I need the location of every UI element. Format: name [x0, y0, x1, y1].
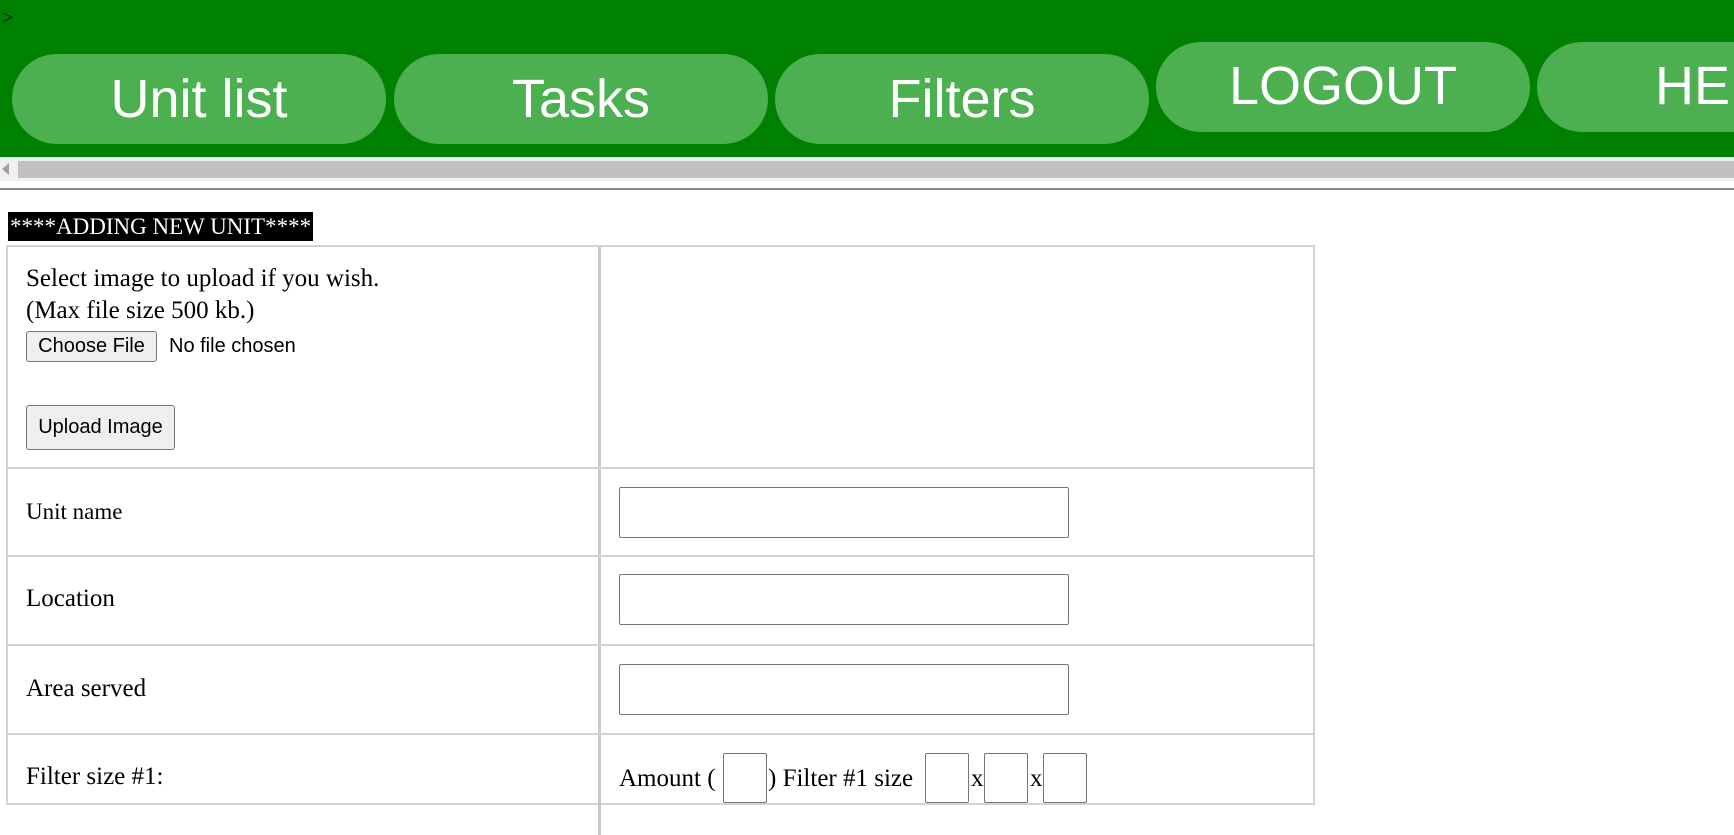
choose-file-button[interactable]: Choose File — [26, 331, 157, 362]
location-row: Location — [8, 557, 1313, 646]
unit-name-row: Unit name — [8, 469, 1313, 557]
area-served-label-cell: Area served — [8, 646, 601, 733]
unit-name-label: Unit name — [26, 499, 123, 524]
nav-unit-list-button[interactable]: Unit list — [12, 54, 386, 144]
horizontal-divider — [0, 188, 1734, 190]
upload-image-button[interactable]: Upload Image — [26, 405, 175, 450]
location-input[interactable] — [619, 574, 1069, 625]
nav-logout-button[interactable]: LOGOUT — [1156, 42, 1530, 132]
upload-instructions: Select image to upload if you wish. — [26, 265, 380, 292]
area-served-label: Area served — [26, 675, 147, 702]
location-label-cell: Location — [8, 557, 601, 644]
area-served-input[interactable] — [619, 664, 1069, 715]
upload-cell: Select image to upload if you wish. (Max… — [8, 247, 601, 467]
nav-help-button[interactable]: HELP — [1537, 42, 1734, 132]
amount-prefix-text: Amount ( — [619, 765, 716, 792]
filter-size-1-label-cell: Filter size #1: — [8, 735, 601, 835]
area-served-row: Area served — [8, 646, 1313, 735]
unit-name-label-cell: Unit name — [8, 469, 601, 555]
horizontal-scrollbar[interactable] — [0, 157, 1734, 181]
filter-size-1-row: Filter size #1: Amount ( ) Filter #1 siz… — [8, 735, 1313, 835]
unit-name-input[interactable] — [619, 487, 1069, 538]
filter-1-size-width-input[interactable] — [925, 753, 969, 803]
top-nav-bar: > Unit list Tasks Filters LOGOUT HELP — [0, 0, 1734, 157]
scrollbar-thumb[interactable] — [18, 161, 1734, 178]
nav-tasks-button[interactable]: Tasks — [394, 54, 768, 144]
size-separator-2: x — [1030, 765, 1043, 792]
upload-row: Select image to upload if you wish. (Max… — [8, 247, 1313, 469]
add-unit-form-table: Select image to upload if you wish. (Max… — [6, 245, 1315, 835]
upload-max-size-note: (Max file size 500 kb.) — [26, 297, 255, 324]
location-label: Location — [26, 585, 115, 612]
filter-1-amount-input[interactable] — [723, 753, 767, 803]
nav-filters-button[interactable]: Filters — [775, 54, 1149, 144]
scroll-left-arrow-icon[interactable] — [2, 163, 9, 175]
filter-1-size-text: ) Filter #1 size — [768, 765, 914, 792]
filter-size-1-label: Filter size #1: — [26, 763, 164, 790]
file-status-text: No file chosen — [169, 335, 296, 357]
size-separator-1: x — [971, 765, 984, 792]
prompt-text: > — [2, 7, 14, 29]
filter-1-size-depth-input[interactable] — [1043, 753, 1087, 803]
filter-1-size-height-input[interactable] — [984, 753, 1028, 803]
page-title: ****ADDING NEW UNIT**** — [8, 212, 314, 241]
